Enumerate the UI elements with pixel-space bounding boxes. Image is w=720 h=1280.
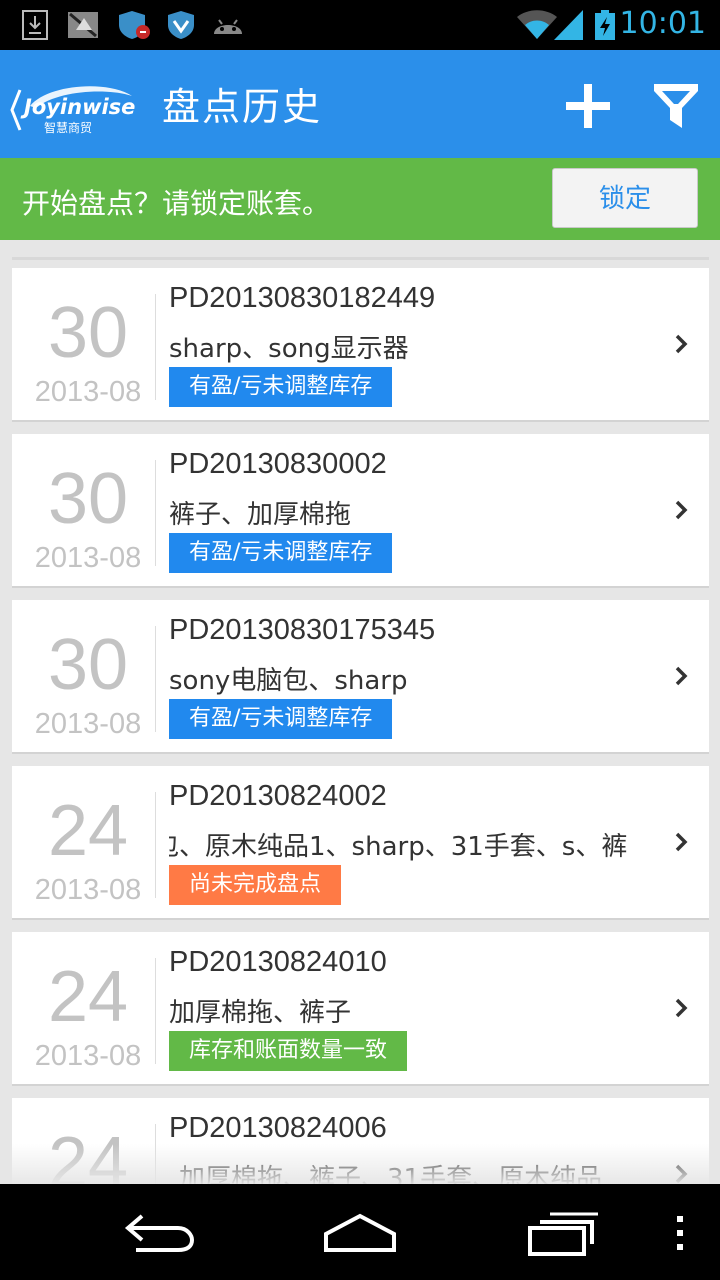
list-fade-edge xyxy=(0,1144,720,1184)
back-logo-button[interactable]: Joyinwise 智慧商贸 xyxy=(8,80,148,140)
action-bar: Joyinwise 智慧商贸 盘点历史 xyxy=(0,50,720,158)
record-items: sony电脑包、sharp xyxy=(169,660,645,696)
list-item[interactable]: 30 2013-08 PD20130830175345 sony电脑包、sharp 有盈… xyxy=(12,600,709,754)
status-bar: 10:01 xyxy=(0,0,720,50)
filter-button[interactable] xyxy=(648,78,704,134)
add-button[interactable] xyxy=(560,78,616,134)
chevron-right-icon xyxy=(675,666,688,686)
list-item[interactable]: 24 2013-08 PD20130824002 包、原木纯品1、sharp、31手套… xyxy=(12,766,709,920)
android-icon xyxy=(214,19,242,34)
lock-button[interactable]: 锁定 xyxy=(552,168,698,228)
list-item[interactable]: 24 2013-08 PD20130824010 加厚棉拖、裤子 库存和账面数量一致 xyxy=(12,932,709,1086)
record-month: 2013-08 xyxy=(34,1040,142,1072)
record-day: 30 xyxy=(47,625,129,705)
record-items-text: 裤子、加厚棉拖 xyxy=(169,500,352,530)
chevron-left-icon xyxy=(10,89,22,131)
back-icon[interactable] xyxy=(122,1208,198,1258)
status-badge: 库存和账面数量一致 xyxy=(169,1031,408,1071)
chevron-right-icon xyxy=(675,832,688,852)
security-shield-alert-icon xyxy=(119,11,150,39)
muted-icon xyxy=(68,12,98,38)
status-badge: 有盈/亏未调整库存 xyxy=(169,533,393,573)
navigation-bar xyxy=(0,1184,720,1280)
record-divider xyxy=(155,294,156,400)
page-title: 盘点历史 xyxy=(162,85,323,129)
record-code: PD20130830175345 xyxy=(169,614,436,646)
home-icon[interactable] xyxy=(320,1208,400,1258)
record-code: PD20130824002 xyxy=(169,780,387,812)
filter-icon xyxy=(654,84,698,128)
record-code: PD20130824006 xyxy=(169,1112,387,1144)
record-month: 2013-08 xyxy=(34,542,142,574)
battery-charging-icon xyxy=(595,10,615,40)
record-items: 裤子、加厚棉拖 xyxy=(169,494,645,530)
record-month: 2013-08 xyxy=(34,708,142,740)
list-item[interactable]: 30 2013-08 PD20130830182449 sharp、song显示器 有盈… xyxy=(12,268,709,422)
list-item[interactable]: 30 2013-08 PD20130830002 裤子、加厚棉拖 有盈/亏未调整库存 xyxy=(12,434,709,588)
record-code: PD20130830002 xyxy=(169,448,387,480)
record-day: 24 xyxy=(47,791,129,871)
record-items: 加厚棉拖、裤子 xyxy=(169,992,645,1028)
status-badge: 尚未完成盘点 xyxy=(169,865,342,905)
recent-apps-icon[interactable] xyxy=(524,1208,600,1258)
record-items-text: sony电脑包、sharp xyxy=(169,666,408,696)
record-month: 2013-08 xyxy=(34,874,142,906)
lock-message: 开始盘点？请锁定账套。 xyxy=(22,187,331,220)
record-day: 30 xyxy=(47,459,129,539)
chevron-right-icon xyxy=(675,998,688,1018)
status-time: 10:01 xyxy=(619,6,706,41)
record-month: 2013-08 xyxy=(34,376,142,408)
chevron-right-icon xyxy=(675,500,688,520)
overflow-menu-icon[interactable] xyxy=(674,1208,686,1258)
record-items: 包、原木纯品1、sharp、31手套、s、裤 xyxy=(169,826,645,862)
status-badge: 有盈/亏未调整库存 xyxy=(169,367,393,407)
status-badge: 有盈/亏未调整库存 xyxy=(169,699,393,739)
inventory-history-list[interactable]: 30 2013-08 PD20130830182449 sharp、song显示器 有盈… xyxy=(0,240,720,1184)
record-items-text: sharp、song显示器 xyxy=(169,334,409,364)
record-divider xyxy=(155,958,156,1064)
logo-text: Joyinwise xyxy=(20,95,135,119)
app-root: 10:01 Joyinwise 智慧商贸 盘点历史 开始盘点？请锁定账套。 锁定 xyxy=(0,0,720,1280)
record-items-text: 包、原木纯品1、sharp、31手套、s、裤 xyxy=(169,832,628,862)
logo-subtext: 智慧商贸 xyxy=(44,120,92,135)
record-code: PD20130824010 xyxy=(169,946,387,978)
chevron-right-icon xyxy=(675,334,688,354)
signal-icon xyxy=(554,10,583,40)
wifi-icon xyxy=(517,10,557,39)
list-divider xyxy=(12,257,709,260)
record-divider xyxy=(155,626,156,732)
record-divider xyxy=(155,460,156,566)
record-code: PD20130830182449 xyxy=(169,282,436,314)
download-icon xyxy=(22,10,48,40)
record-day: 24 xyxy=(47,957,129,1037)
record-items-text: 加厚棉拖、裤子 xyxy=(169,998,352,1028)
record-divider xyxy=(155,792,156,898)
record-day: 30 xyxy=(47,293,129,373)
add-icon xyxy=(566,84,610,128)
lock-banner: 开始盘点？请锁定账套。 锁定 xyxy=(0,158,720,240)
security-shield-icon xyxy=(168,11,194,39)
record-items: sharp、song显示器 xyxy=(169,328,645,364)
